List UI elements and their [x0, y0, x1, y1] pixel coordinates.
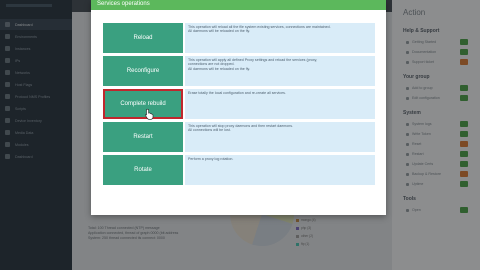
operation-description-line: Perform a proxy log rotation. [188, 157, 234, 161]
operation-reconfigure-button[interactable]: Reconfigure [103, 56, 183, 86]
operation-description: Erase totally the local configuration an… [185, 89, 375, 119]
operation-row: Reload This operation will reload all the… [103, 23, 375, 53]
operation-row: Reconfigure This operation will apply all… [103, 56, 375, 86]
services-operations-modal: Services operations Reload This operation… [91, 0, 386, 215]
operation-description-line: All daemons will be reloaded on the fly. [188, 66, 251, 71]
operation-rotate-button[interactable]: Rotate [103, 155, 183, 185]
operation-description: This operation will stop proxy daemons a… [185, 122, 375, 152]
operation-description-line: All connections will be lost. [188, 128, 231, 133]
modal-header: Services operations [91, 0, 386, 10]
operation-description: This operation will reload all the file … [185, 23, 375, 53]
operation-description-line: All daemons will be reloaded on the fly. [188, 29, 251, 34]
operation-row: Restart This operation will stop proxy da… [103, 122, 375, 152]
operation-restart-button[interactable]: Restart [103, 122, 183, 152]
operation-description: Perform a proxy log rotation. [185, 155, 375, 185]
operation-reload-button[interactable]: Reload [103, 23, 183, 53]
operation-description: This operation will apply all defined Pr… [185, 56, 375, 86]
operation-row: Rotate Perform a proxy log rotation. [103, 155, 375, 185]
modal-title: Services operations [97, 1, 150, 7]
operation-complete-rebuild-button[interactable]: Complete rebuild [103, 89, 183, 119]
operation-description-line: Erase totally the local configuration an… [188, 91, 286, 95]
mouse-pointer-icon [145, 108, 154, 120]
